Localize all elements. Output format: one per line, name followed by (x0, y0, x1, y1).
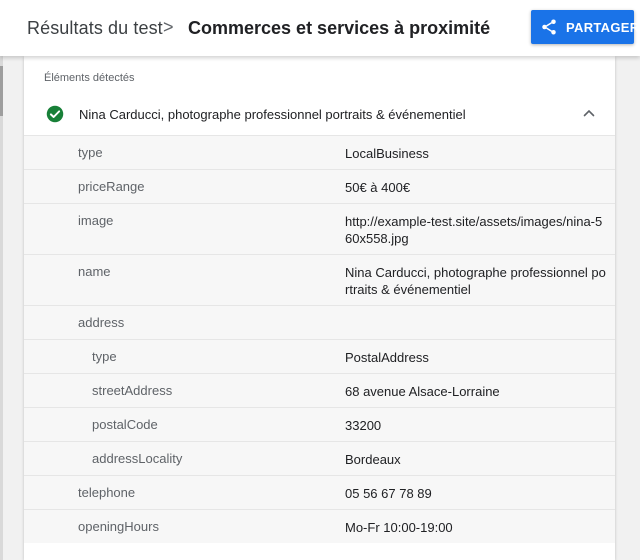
table-row: priceRange 50€ à 400€ (24, 170, 615, 204)
property-value: 68 avenue Alsace-Lorraine (345, 384, 500, 399)
property-key: telephone (78, 485, 136, 500)
property-value: 50€ à 400€ (345, 180, 411, 195)
scrollbar-thumb[interactable] (0, 66, 3, 116)
property-value: http://example-test.site/assets/images/n… (345, 214, 603, 246)
table-row: streetAddress 68 avenue Alsace-Lorraine (24, 374, 615, 408)
page-title: Commerces et services à proximité (188, 18, 491, 38)
property-key: type (92, 349, 117, 364)
chevron-up-icon[interactable] (582, 106, 596, 120)
top-bar: Résultats du test > Commerces et service… (0, 0, 640, 56)
property-key: streetAddress (92, 383, 173, 398)
check-circle-icon (46, 105, 64, 123)
property-key: type (78, 145, 103, 160)
table-row: addressLocality Bordeaux (24, 442, 615, 476)
section-label: Éléments détectés (44, 72, 135, 84)
property-value: Mo-Fr 10:00-19:00 (345, 520, 453, 535)
share-icon (542, 19, 556, 35)
property-table: type LocalBusiness priceRange 50€ à 400€… (24, 135, 615, 543)
property-key: priceRange (78, 179, 145, 194)
property-value: Bordeaux (345, 452, 401, 467)
property-value: LocalBusiness (345, 146, 429, 161)
table-row: image http://example-test.site/assets/im… (24, 204, 615, 255)
table-row: postalCode 33200 (24, 408, 615, 442)
left-panel-scrollbar[interactable] (0, 56, 3, 560)
share-button-label: PARTAGER (566, 20, 640, 35)
breadcrumb-separator: > (163, 17, 174, 37)
property-value: 05 56 67 78 89 (345, 486, 432, 501)
property-value: 33200 (345, 418, 382, 433)
property-key: name (78, 264, 111, 279)
property-key: addressLocality (92, 451, 183, 466)
property-key: address (78, 315, 125, 330)
table-row: type PostalAddress (24, 340, 615, 374)
property-key: openingHours (78, 519, 159, 534)
breadcrumb-results-link[interactable]: Résultats du test (27, 18, 163, 39)
table-row: openingHours Mo-Fr 10:00-19:00 (24, 510, 615, 543)
property-value: Nina Carducci, photographe professionnel… (345, 265, 606, 297)
detected-item-header[interactable]: Nina Carducci, photographe professionnel… (24, 96, 615, 134)
detected-items-card: Éléments détectés Nina Carducci, photogr… (24, 56, 615, 560)
property-value: PostalAddress (345, 350, 429, 365)
table-row: address (24, 306, 615, 340)
table-row: name Nina Carducci, photographe professi… (24, 255, 615, 306)
table-row: type LocalBusiness (24, 136, 615, 170)
share-button[interactable]: PARTAGER (531, 10, 639, 44)
detected-item-title: Nina Carducci, photographe professionnel… (79, 107, 466, 122)
table-row: telephone 05 56 67 78 89 (24, 476, 615, 510)
property-key: image (78, 213, 114, 228)
property-key: postalCode (92, 417, 158, 432)
